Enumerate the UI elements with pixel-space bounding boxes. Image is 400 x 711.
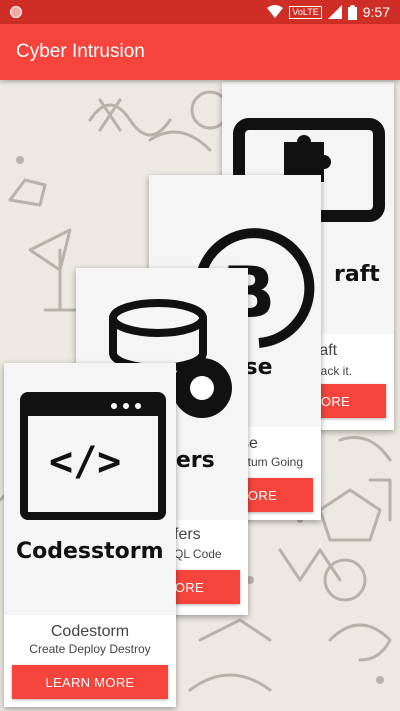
status-bar: VoLTE 9:57 bbox=[0, 0, 400, 24]
card-art-text: Codesstorm bbox=[16, 539, 164, 564]
svg-text:</>: </> bbox=[49, 439, 121, 485]
code-window-icon: </> bbox=[20, 392, 166, 520]
status-icons: VoLTE 9:57 bbox=[267, 3, 390, 21]
card-art-text: raft bbox=[334, 262, 380, 287]
battery-icon bbox=[347, 4, 357, 20]
wifi-icon bbox=[267, 5, 284, 18]
status-time: 9:57 bbox=[362, 4, 390, 20]
notification-dot-icon bbox=[10, 6, 22, 18]
card-artwork: </> Codesstorm bbox=[4, 363, 176, 615]
volte-badge: VoLTE bbox=[289, 5, 322, 19]
card-button[interactable]: LEARN MORE bbox=[12, 665, 168, 699]
signal-icon bbox=[327, 5, 342, 19]
event-card[interactable]: </> Codesstorm Codestorm Create Deploy D… bbox=[4, 363, 176, 707]
app-bar: Cyber Intrusion bbox=[0, 24, 400, 80]
app-title: Cyber Intrusion bbox=[16, 41, 145, 62]
card-subtitle: Create Deploy Destroy bbox=[29, 642, 151, 656]
card-title: Codestorm bbox=[50, 623, 130, 640]
